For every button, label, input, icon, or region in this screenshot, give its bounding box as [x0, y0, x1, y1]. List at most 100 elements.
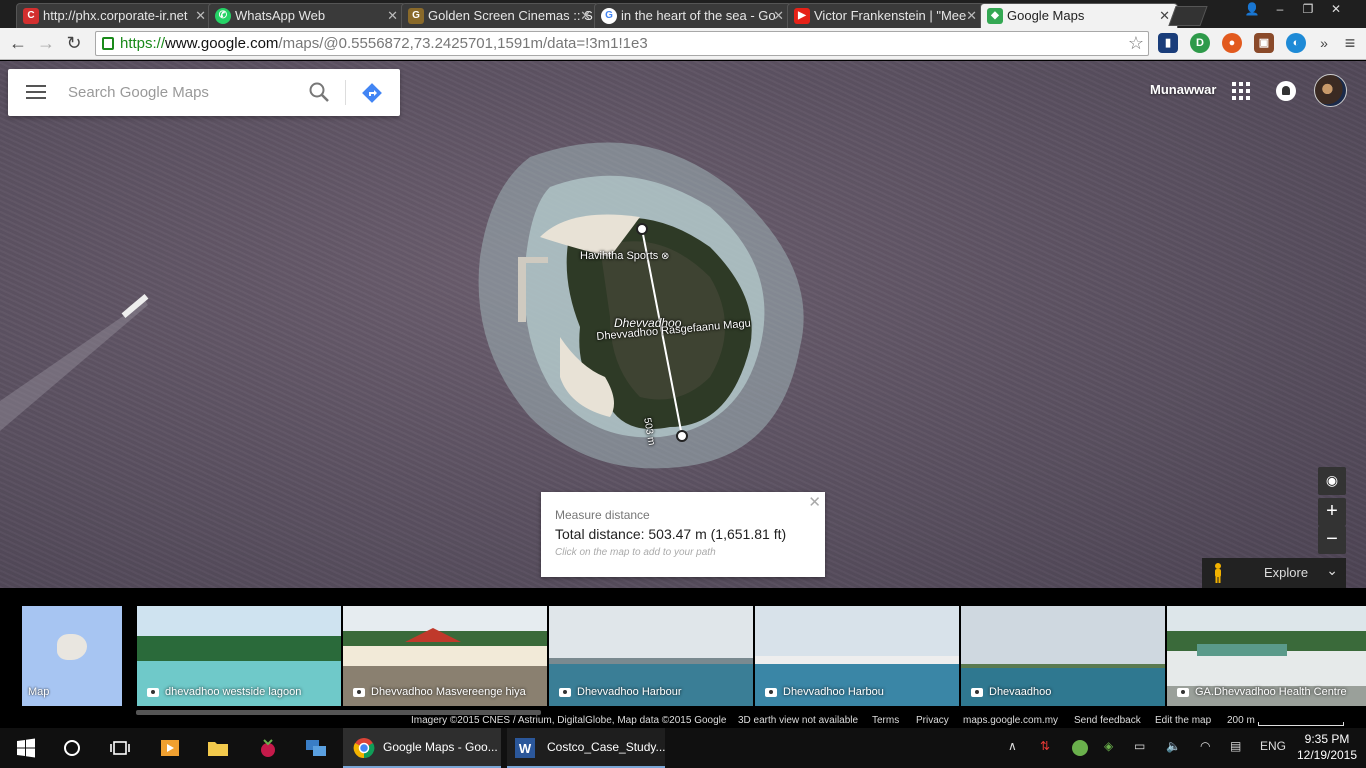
minimize-button[interactable]: – — [1266, 0, 1294, 20]
directions-icon[interactable] — [361, 82, 383, 104]
cortana-icon[interactable] — [60, 736, 84, 760]
tab-google-maps[interactable]: ◆ Google Maps ✕ — [980, 3, 1178, 28]
privacy-link[interactable]: Privacy — [916, 715, 949, 726]
avatar[interactable] — [1314, 74, 1347, 107]
extension-fire-icon[interactable]: ● — [1222, 33, 1242, 53]
corporate-ir-icon: C — [23, 8, 39, 24]
extension-circle-icon[interactable]: ◐ — [1286, 33, 1306, 53]
map-toggle-label: Map — [28, 686, 50, 698]
measure-title: Measure distance — [555, 508, 650, 522]
explore-bar[interactable]: Explore ⌄ — [1202, 558, 1346, 588]
search-input[interactable] — [68, 80, 298, 104]
close-icon[interactable]: ✕ — [966, 4, 977, 27]
remote-desktop-icon[interactable] — [304, 736, 328, 760]
volume-icon[interactable]: 🔈 — [1166, 739, 1181, 753]
apps-grid-icon[interactable] — [1232, 82, 1250, 100]
close-icon[interactable]: ✕ — [387, 4, 398, 27]
photo-thumbnail[interactable]: Dhevvadhoo Harbour — [549, 606, 753, 706]
measure-point-end[interactable] — [676, 430, 688, 442]
hamburger-menu-icon[interactable] — [26, 85, 46, 99]
file-explorer-icon[interactable] — [206, 736, 230, 760]
restore-button[interactable]: ❐ — [1294, 0, 1322, 20]
measure-total: Total distance: 503.47 m (1,651.81 ft) — [555, 526, 787, 542]
windows-start-icon[interactable] — [14, 736, 38, 760]
forward-button[interactable]: → — [34, 32, 58, 56]
address-bar[interactable]: https://www.google.com/maps/@0.5556872,7… — [95, 31, 1149, 56]
my-location-icon[interactable]: ◉ — [1318, 467, 1346, 495]
tab-strip: C http://phx.corporate-ir.net ✕ ✆ WhatsA… — [0, 0, 1366, 28]
reload-button[interactable]: ↻ — [62, 32, 86, 56]
zoom-out-button[interactable]: − — [1318, 526, 1346, 554]
chevron-double-down-icon[interactable]: ⌄ — [1326, 562, 1338, 579]
camera-icon — [353, 688, 365, 697]
tray-overflow-chevron-icon[interactable]: ∧ — [1008, 739, 1017, 753]
taskbar-app-label: Google Maps - Goo... — [383, 740, 498, 754]
close-icon[interactable]: ✕ — [580, 4, 591, 27]
media-player-icon[interactable] — [158, 736, 182, 760]
bookmark-star-icon[interactable]: ☆ — [1128, 32, 1144, 55]
tab-corporate-ir[interactable]: C http://phx.corporate-ir.net ✕ — [16, 3, 214, 28]
url-path: /maps/@0.5556872,73.2425701,1591m/data=!… — [278, 35, 648, 52]
imagery-attribution: Imagery ©2015 CNES / Astrium, DigitalGlo… — [411, 715, 727, 726]
photo-thumbnail[interactable]: Dhevaadhoo — [961, 606, 1165, 706]
extensions-overflow-icon[interactable]: » — [1312, 32, 1336, 56]
scale-label[interactable]: 200 m — [1227, 715, 1255, 726]
island-blob-icon — [57, 634, 87, 660]
close-icon[interactable]: ✕ — [773, 4, 784, 27]
account-name[interactable]: Munawwar — [1150, 82, 1216, 97]
clock-time: 9:35 PM — [1304, 732, 1350, 746]
zoom-in-button[interactable]: + — [1318, 498, 1346, 526]
domain-link[interactable]: maps.google.com.my — [963, 715, 1058, 726]
task-view-icon[interactable] — [108, 736, 132, 760]
taskbar-chrome-maps[interactable]: Google Maps - Goo... — [343, 728, 501, 768]
photo-thumbnail[interactable]: GA.Dhevvadhoo Health Centre — [1167, 606, 1366, 706]
tab-golden-screen[interactable]: G Golden Screen Cinemas :: S ✕ — [401, 3, 599, 28]
new-tab-button[interactable] — [1168, 6, 1208, 26]
wifi-icon[interactable]: ◠ — [1200, 739, 1210, 753]
photo-thumbnail[interactable]: dhevadhoo westside lagoon — [137, 606, 341, 706]
notifications-bell-icon[interactable] — [1276, 81, 1296, 101]
search-icon[interactable] — [308, 81, 330, 103]
chrome-menu-icon[interactable]: ≡ — [1338, 32, 1362, 56]
earth-view-notice: 3D earth view not available — [738, 715, 859, 726]
taskbar-clock[interactable]: 9:35 PM 12/19/2015 — [1292, 731, 1362, 763]
close-icon[interactable]: ✕ — [195, 4, 206, 27]
battery-icon[interactable]: ▭ — [1134, 739, 1145, 753]
chrome-icon — [353, 738, 375, 759]
svg-text:W: W — [519, 741, 532, 756]
photo-thumbnail[interactable]: Dhevvadhoo Harbou — [755, 606, 959, 706]
close-icon[interactable]: ✕ — [808, 493, 821, 511]
measure-point-start[interactable] — [636, 223, 648, 235]
camera-icon — [559, 688, 571, 697]
raspberry-icon[interactable] — [256, 736, 280, 760]
scale-bar — [1258, 722, 1344, 726]
map-footer: Imagery ©2015 CNES / Astrium, DigitalGlo… — [0, 714, 1366, 728]
window-close-button[interactable]: ✕ — [1322, 0, 1350, 20]
extension-d-icon[interactable]: D — [1190, 33, 1210, 53]
tab-google-search[interactable]: G in the heart of the sea - Go ✕ — [594, 3, 792, 28]
pegman-icon[interactable] — [1214, 563, 1222, 583]
profile-icon[interactable]: 👤 — [1238, 0, 1266, 20]
tab-youtube[interactable]: ▶ Victor Frankenstein | "Mee ✕ — [787, 3, 985, 28]
sync-icon[interactable]: ◈ — [1104, 739, 1113, 753]
utorrent-icon[interactable] — [1072, 740, 1088, 756]
tab-title: Google Maps — [1007, 8, 1085, 23]
photo-thumbnail[interactable]: Dhevvadhoo Masvereenge hiya — [343, 606, 547, 706]
measure-distance-card: Measure distance Total distance: 503.47 … — [541, 492, 825, 577]
extension-book-icon[interactable]: ▮ — [1158, 33, 1178, 53]
send-feedback-link[interactable]: Send feedback — [1074, 715, 1141, 726]
screen: C http://phx.corporate-ir.net ✕ ✆ WhatsA… — [0, 0, 1366, 768]
extension-tv-icon[interactable]: ▣ — [1254, 33, 1274, 53]
action-center-icon[interactable]: ▤ — [1230, 739, 1241, 753]
edit-map-link[interactable]: Edit the map — [1155, 715, 1211, 726]
terms-link[interactable]: Terms — [872, 715, 899, 726]
input-language[interactable]: ENG — [1260, 739, 1286, 753]
back-button[interactable]: ← — [6, 32, 30, 56]
poi-label[interactable]: Havihtha Sports — [580, 250, 658, 262]
google-maps-icon: ◆ — [987, 8, 1003, 24]
network-updown-icon[interactable]: ⇅ — [1040, 739, 1050, 753]
taskbar-word-doc[interactable]: W Costco_Case_Study... — [507, 728, 666, 768]
tab-whatsapp[interactable]: ✆ WhatsApp Web ✕ — [208, 3, 406, 28]
map-view-toggle[interactable]: Map — [22, 606, 122, 706]
satellite-map[interactable]: Havihtha Sports ⊗ Dhevvadhoo Dhevvadhoo … — [0, 61, 1366, 588]
